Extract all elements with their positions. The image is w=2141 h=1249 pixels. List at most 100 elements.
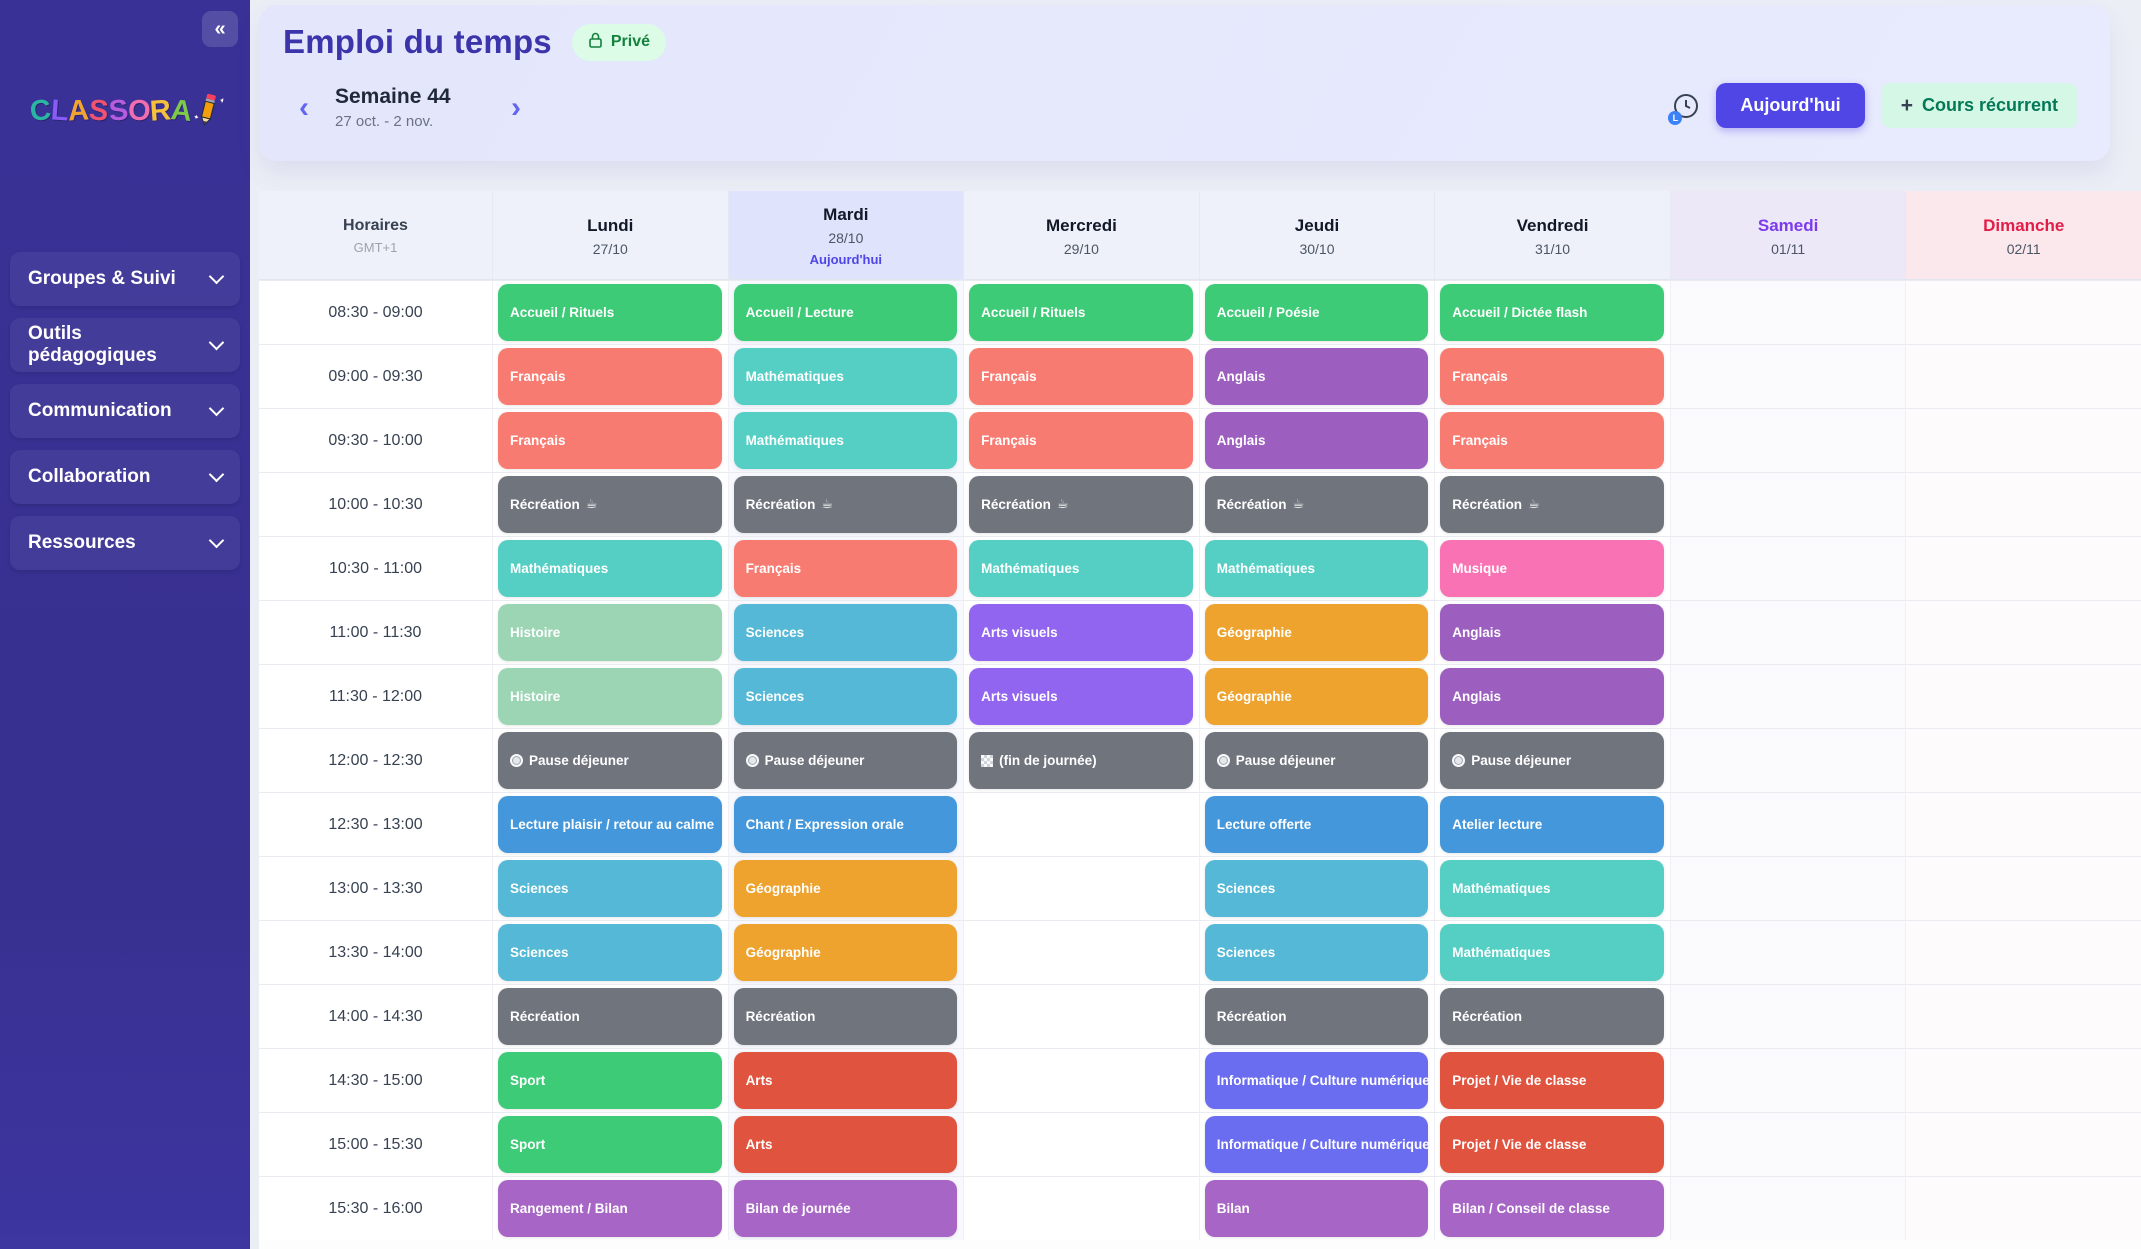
- day-cell: [1670, 856, 1906, 920]
- event-chip[interactable]: Accueil / Rituels: [969, 284, 1193, 341]
- event-chip[interactable]: Sciences: [498, 860, 722, 917]
- next-week-button[interactable]: ›: [507, 93, 525, 123]
- event-chip[interactable]: Récréation: [1440, 988, 1664, 1045]
- event-chip[interactable]: Accueil / Rituels: [498, 284, 722, 341]
- event-chip[interactable]: Récréation☕: [969, 476, 1193, 533]
- sidebar: « CLASSORA ✦ ✦ Groupes & SuiviOutils péd…: [0, 0, 250, 1249]
- event-chip[interactable]: Pause déjeuner: [1205, 732, 1429, 789]
- event-chip[interactable]: Récréation☕: [498, 476, 722, 533]
- prev-week-button[interactable]: ‹: [295, 93, 313, 123]
- event-chip[interactable]: Histoire: [498, 668, 722, 725]
- page-header: Emploi du temps Privé ‹ Semaine 44 27 oc…: [259, 5, 2110, 161]
- event-chip[interactable]: Sciences: [734, 604, 958, 661]
- sidebar-item-groupes-suivi[interactable]: Groupes & Suivi: [10, 252, 240, 306]
- event-chip[interactable]: Français: [734, 540, 958, 597]
- event-label: Arts: [746, 1073, 773, 1088]
- event-label: Sciences: [510, 881, 569, 896]
- add-recurrent-course-button[interactable]: + Cours récurrent: [1881, 83, 2078, 128]
- event-chip[interactable]: Anglais: [1205, 412, 1429, 469]
- event-label: Mathématiques: [1452, 945, 1550, 960]
- event-chip[interactable]: Géographie: [1205, 668, 1429, 725]
- event-chip[interactable]: Récréation☕: [734, 476, 958, 533]
- event-chip[interactable]: Informatique / Culture numérique: [1205, 1116, 1429, 1173]
- event-chip[interactable]: Sport: [498, 1052, 722, 1109]
- day-cell: Bilan / Conseil de classe: [1434, 1176, 1670, 1240]
- event-chip[interactable]: Histoire: [498, 604, 722, 661]
- clock-icon[interactable]: L: [1672, 92, 1700, 120]
- day-date: 30/10: [1299, 241, 1334, 257]
- event-chip[interactable]: (fin de journée): [969, 732, 1193, 789]
- event-chip[interactable]: Chant / Expression orale: [734, 796, 958, 853]
- event-chip[interactable]: Informatique / Culture numérique: [1205, 1052, 1429, 1109]
- event-chip[interactable]: Mathématiques: [1205, 540, 1429, 597]
- sidebar-item-collaboration[interactable]: Collaboration: [10, 450, 240, 504]
- event-chip[interactable]: Mathématiques: [734, 412, 958, 469]
- event-chip[interactable]: Anglais: [1440, 604, 1664, 661]
- event-chip[interactable]: Français: [969, 412, 1193, 469]
- event-chip[interactable]: Géographie: [734, 924, 958, 981]
- sidebar-collapse-button[interactable]: «: [202, 11, 238, 47]
- event-chip[interactable]: Accueil / Lecture: [734, 284, 958, 341]
- event-chip[interactable]: Mathématiques: [498, 540, 722, 597]
- event-chip[interactable]: Français: [969, 348, 1193, 405]
- event-chip[interactable]: Sport: [498, 1116, 722, 1173]
- event-chip[interactable]: Récréation: [1205, 988, 1429, 1045]
- pencil-icon: ✦ ✦: [190, 89, 225, 133]
- event-chip[interactable]: Sciences: [498, 924, 722, 981]
- event-chip[interactable]: Pause déjeuner: [1440, 732, 1664, 789]
- event-chip[interactable]: Accueil / Poésie: [1205, 284, 1429, 341]
- day-cell: [963, 792, 1199, 856]
- event-chip[interactable]: Mathématiques: [734, 348, 958, 405]
- event-chip[interactable]: Sciences: [1205, 924, 1429, 981]
- event-label: Mathématiques: [510, 561, 608, 576]
- event-chip[interactable]: Récréation☕: [1440, 476, 1664, 533]
- day-cell: Français: [963, 408, 1199, 472]
- day-cell: Sciences: [728, 600, 964, 664]
- event-chip[interactable]: Arts: [734, 1116, 958, 1173]
- event-chip[interactable]: Sciences: [734, 668, 958, 725]
- event-chip[interactable]: Récréation☕: [1205, 476, 1429, 533]
- event-chip[interactable]: Lecture plaisir / retour au calme: [498, 796, 722, 853]
- day-date: 28/10: [828, 230, 863, 246]
- sidebar-item-outils-p-dagogiques[interactable]: Outils pédagogiques: [10, 318, 240, 372]
- event-label: Anglais: [1452, 689, 1501, 704]
- event-chip[interactable]: Pause déjeuner: [498, 732, 722, 789]
- event-chip[interactable]: Français: [498, 412, 722, 469]
- event-chip[interactable]: Accueil / Dictée flash: [1440, 284, 1664, 341]
- day-cell: Musique: [1434, 536, 1670, 600]
- event-chip[interactable]: Récréation: [498, 988, 722, 1045]
- event-chip[interactable]: Arts visuels: [969, 668, 1193, 725]
- event-chip[interactable]: Lecture offerte: [1205, 796, 1429, 853]
- event-chip[interactable]: Mathématiques: [1440, 860, 1664, 917]
- event-chip[interactable]: Français: [498, 348, 722, 405]
- event-chip[interactable]: Géographie: [1205, 604, 1429, 661]
- event-chip[interactable]: Français: [1440, 348, 1664, 405]
- event-label: Accueil / Rituels: [510, 305, 614, 320]
- event-chip[interactable]: Arts visuels: [969, 604, 1193, 661]
- day-cell: [963, 984, 1199, 1048]
- sidebar-item-ressources[interactable]: Ressources: [10, 516, 240, 570]
- event-chip[interactable]: Mathématiques: [1440, 924, 1664, 981]
- event-chip[interactable]: Géographie: [734, 860, 958, 917]
- event-chip[interactable]: Récréation: [734, 988, 958, 1045]
- event-chip[interactable]: Pause déjeuner: [734, 732, 958, 789]
- event-chip[interactable]: Mathématiques: [969, 540, 1193, 597]
- event-chip[interactable]: Bilan: [1205, 1180, 1429, 1237]
- time-slot-label: 14:30 - 15:00: [259, 1048, 492, 1112]
- today-button[interactable]: Aujourd'hui: [1716, 83, 1864, 128]
- event-chip[interactable]: Anglais: [1440, 668, 1664, 725]
- event-chip[interactable]: Atelier lecture: [1440, 796, 1664, 853]
- event-chip[interactable]: Musique: [1440, 540, 1664, 597]
- event-chip[interactable]: Arts: [734, 1052, 958, 1109]
- sidebar-item-communication[interactable]: Communication: [10, 384, 240, 438]
- event-chip[interactable]: Français: [1440, 412, 1664, 469]
- event-chip[interactable]: Rangement / Bilan: [498, 1180, 722, 1237]
- event-chip[interactable]: Projet / Vie de classe: [1440, 1116, 1664, 1173]
- day-cell: Français: [492, 408, 728, 472]
- event-chip[interactable]: Anglais: [1205, 348, 1429, 405]
- event-chip[interactable]: Bilan / Conseil de classe: [1440, 1180, 1664, 1237]
- day-cell: Mathématiques: [1434, 920, 1670, 984]
- event-chip[interactable]: Projet / Vie de classe: [1440, 1052, 1664, 1109]
- event-chip[interactable]: Sciences: [1205, 860, 1429, 917]
- event-chip[interactable]: Bilan de journée: [734, 1180, 958, 1237]
